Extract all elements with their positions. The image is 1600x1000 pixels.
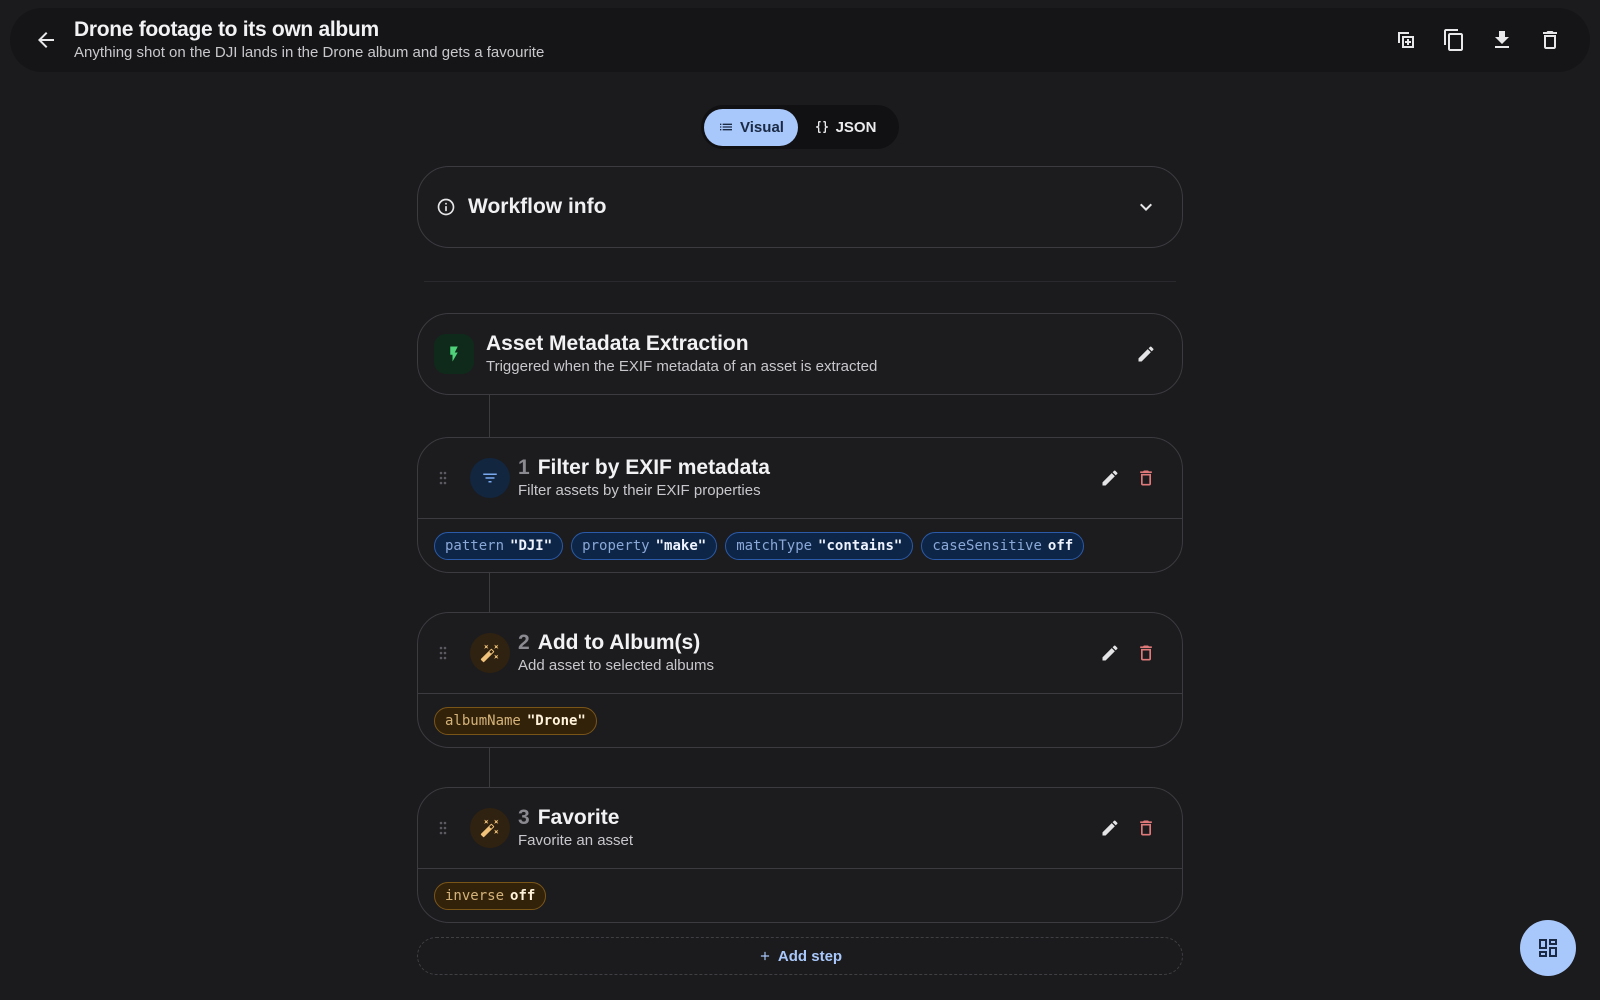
param-key: matchType [736, 537, 813, 554]
app-header: Drone footage to its own album Anything … [10, 8, 1590, 72]
param-chip: property "make" [571, 531, 718, 560]
trash-icon [1140, 645, 1152, 661]
step-params: pattern "DJI" property "make" matchType "co… [418, 519, 1182, 572]
step-subtitle: Filter assets by their EXIF properties [518, 482, 761, 499]
tab-json[interactable]: JSON [798, 109, 892, 146]
trigger-subtitle: Triggered when the EXIF metadata of an a… [486, 358, 878, 375]
param-chip: inverse off [434, 881, 547, 910]
step-card: 1 Filter by EXIF metadata Filter assets … [417, 437, 1183, 573]
dashboard-icon [1539, 939, 1557, 957]
step-icon-badge [470, 633, 510, 673]
param-key: inverse [445, 887, 505, 904]
back-button[interactable] [24, 18, 68, 62]
step-icon-badge [470, 808, 510, 848]
magic-wand-icon [480, 644, 499, 663]
drag-handle[interactable] [434, 468, 452, 488]
tab-json-label: JSON [835, 118, 877, 136]
drag-dots-icon [439, 471, 447, 485]
param-chip: caseSensitive off [921, 531, 1085, 560]
info-icon [437, 198, 455, 216]
param-value: "contains" [818, 537, 903, 554]
download-button[interactable] [1480, 18, 1524, 62]
param-key: property [582, 537, 650, 554]
drag-handle[interactable] [434, 818, 452, 838]
drag-handle[interactable] [434, 643, 452, 663]
param-chip: pattern "DJI" [434, 531, 564, 560]
param-key: pattern [445, 537, 505, 554]
step-subtitle: Add asset to selected albums [518, 657, 714, 674]
param-chip: matchType "contains" [725, 531, 914, 560]
drag-dots-icon [439, 646, 447, 660]
connector-line [489, 395, 490, 437]
trigger-icon-badge [434, 334, 474, 374]
trigger-title: Asset Metadata Extraction [486, 332, 749, 355]
step-params: inverse off [418, 869, 1182, 922]
param-key: albumName [445, 712, 521, 729]
step-title: Filter by EXIF metadata [537, 456, 770, 479]
pencil-icon [1102, 470, 1118, 486]
download-icon [1495, 31, 1509, 48]
duplicate-button[interactable] [1384, 18, 1428, 62]
pencil-icon [1102, 645, 1118, 661]
step-params: albumName "Drone" [418, 694, 1182, 747]
step-number: 3 [518, 806, 530, 829]
filter-icon [483, 473, 497, 483]
pencil-icon [1102, 820, 1118, 836]
workflow-info-title: Workflow info [468, 195, 607, 218]
step-card: 3 Favorite Favorite an asset inverse off [417, 787, 1183, 923]
param-value: off [1047, 537, 1074, 554]
param-value: "DJI" [510, 537, 553, 554]
magic-wand-icon [480, 819, 499, 838]
bolt-icon [450, 346, 458, 362]
param-value: "Drone" [526, 712, 586, 729]
page-title: Drone footage to its own album [74, 18, 379, 41]
trash-icon [1543, 31, 1557, 49]
connector-line [489, 748, 490, 787]
edit-step-button[interactable] [1092, 635, 1128, 671]
duplicate-icon [1398, 32, 1414, 48]
connector-line [489, 573, 490, 612]
trigger-card: Asset Metadata Extraction Triggered when… [417, 313, 1183, 395]
list-icon [720, 123, 733, 131]
edit-trigger-button[interactable] [1128, 336, 1164, 372]
dashboard-fab-button[interactable] [1520, 920, 1576, 976]
tab-visual[interactable]: Visual [704, 108, 798, 146]
add-step-label: Add step [777, 947, 843, 965]
trash-icon [1140, 820, 1152, 836]
param-key: caseSensitive [932, 537, 1042, 554]
step-number: 1 [518, 456, 530, 479]
edit-step-button[interactable] [1092, 810, 1128, 846]
step-subtitle: Favorite an asset [518, 832, 634, 849]
copy-icon [1444, 29, 1463, 51]
plus-icon [760, 951, 769, 961]
step-card: 2 Add to Album(s) Add asset to selected … [417, 612, 1183, 748]
step-icon-badge [470, 458, 510, 498]
delete-step-button[interactable] [1128, 460, 1164, 496]
param-value: "make" [655, 537, 707, 554]
code-braces-icon [815, 121, 828, 133]
arrow-left-icon [38, 32, 54, 48]
workflow-info-card[interactable]: Workflow info [417, 166, 1183, 248]
edit-step-button[interactable] [1092, 460, 1128, 496]
page-subtitle: Anything shot on the DJI lands in the Dr… [74, 44, 545, 61]
expand-button[interactable] [1128, 189, 1164, 225]
step-title: Add to Album(s) [537, 631, 701, 654]
add-step-button[interactable]: Add step [417, 937, 1183, 975]
delete-step-button[interactable] [1128, 810, 1164, 846]
step-number: 2 [518, 631, 530, 654]
copy-button[interactable] [1432, 18, 1476, 62]
tab-visual-label: Visual [740, 118, 784, 136]
delete-step-button[interactable] [1128, 635, 1164, 671]
param-value: off [510, 887, 536, 904]
section-divider [424, 281, 1176, 282]
drag-dots-icon [439, 821, 447, 835]
step-title: Favorite [537, 806, 620, 829]
view-toggle: Visual JSON [701, 105, 899, 149]
delete-workflow-button[interactable] [1528, 18, 1572, 62]
param-chip: albumName "Drone" [434, 706, 597, 735]
pencil-icon [1138, 346, 1154, 362]
chevron-down-icon [1140, 203, 1152, 211]
trash-icon [1140, 470, 1152, 486]
